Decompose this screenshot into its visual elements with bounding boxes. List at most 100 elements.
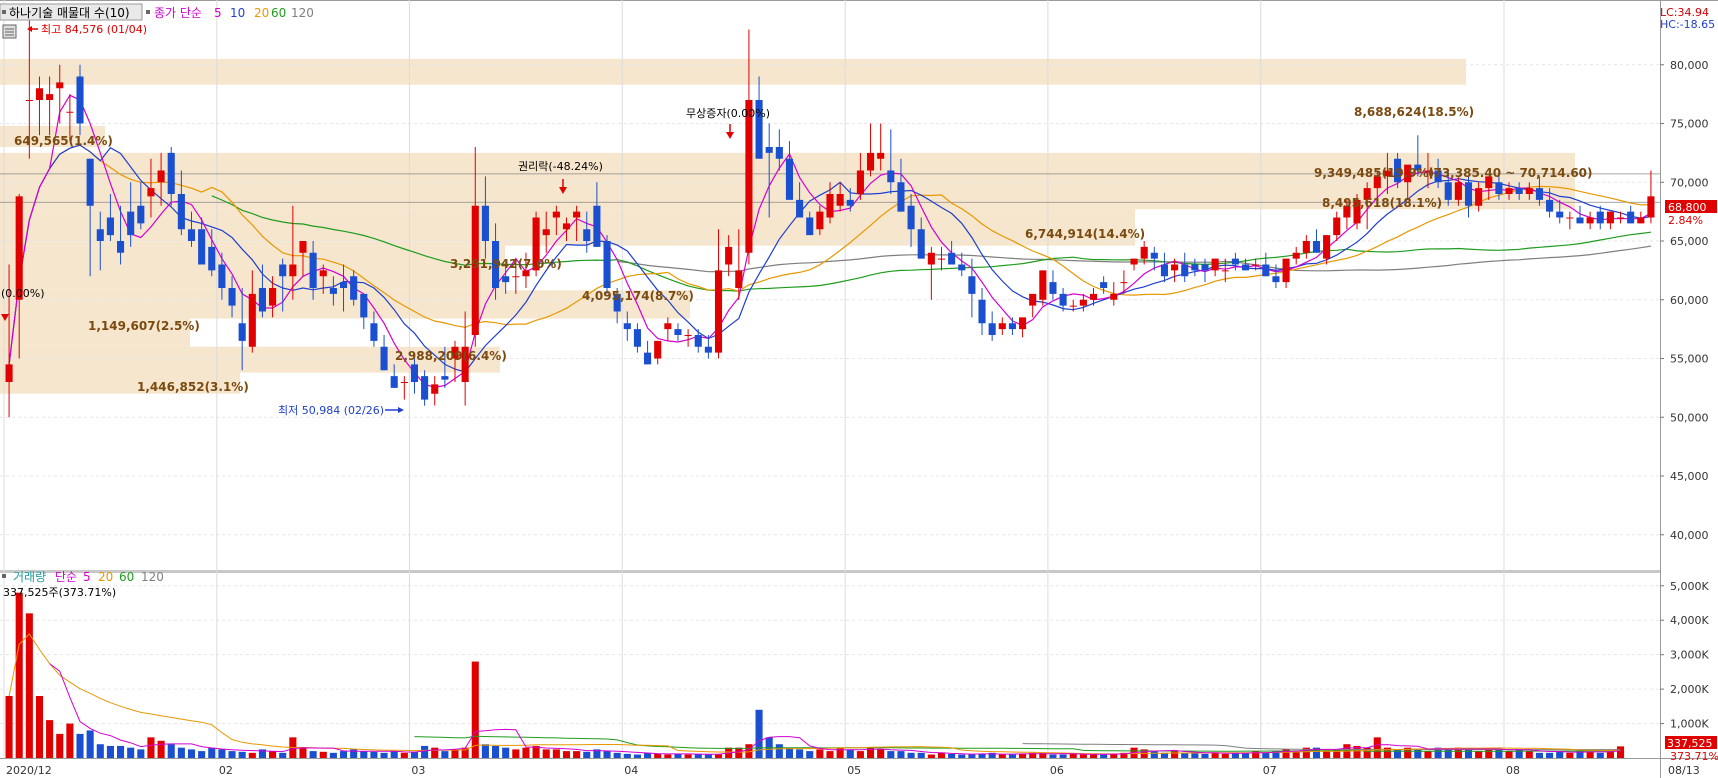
volume-bar[interactable] [1191,752,1199,758]
volume-bar[interactable] [1394,749,1402,758]
volume-bar[interactable] [177,747,185,758]
volume-bar[interactable] [228,751,236,758]
volume-bar[interactable] [56,733,64,758]
volume-bar[interactable] [319,751,327,758]
volume-bar[interactable] [208,747,216,758]
volume-bar[interactable] [968,754,976,758]
volume-bar[interactable] [329,752,337,758]
volume-bar[interactable] [5,696,13,758]
volume-bar[interactable] [1201,753,1209,758]
volume-bar[interactable] [127,747,135,758]
volume-bar[interactable] [1150,751,1158,758]
volume-bar[interactable] [856,751,864,758]
volume-bar[interactable] [1566,752,1574,758]
volume-bar[interactable] [1586,751,1594,758]
volume-bar[interactable] [1444,749,1452,758]
volume-bar[interactable] [66,723,74,758]
volume-bar[interactable] [96,744,104,758]
volume-bar[interactable] [248,752,256,758]
volume-bar[interactable] [481,744,489,758]
volume-bar[interactable] [785,747,794,758]
volume-bar[interactable] [958,754,966,758]
volume-bar[interactable] [907,752,915,758]
volume-bar[interactable] [269,751,277,758]
volume-bar[interactable] [400,752,408,758]
volume-bar[interactable] [1616,746,1625,758]
volume-bar[interactable] [664,754,672,758]
volume-bar[interactable] [552,749,560,758]
volume-bar[interactable] [846,749,854,758]
volume-bar[interactable] [1596,752,1604,758]
volume-bar[interactable] [948,753,956,758]
volume-bar[interactable] [1525,751,1533,758]
volume-bar[interactable] [86,730,94,758]
volume-bar[interactable] [633,754,641,758]
volume-bar[interactable] [431,747,439,758]
volume-bar[interactable] [796,749,804,758]
volume-bar[interactable] [309,751,317,758]
volume-bar[interactable] [816,749,824,758]
volume-bar[interactable] [1171,751,1179,758]
volume-bar[interactable] [25,613,33,758]
calculator-icon[interactable] [2,24,17,39]
volume-bar[interactable] [603,751,611,758]
volume-bar[interactable] [775,744,783,758]
volume-bar[interactable] [1373,737,1381,758]
volume-bar[interactable] [1049,754,1057,758]
volume-bar[interactable] [238,751,246,758]
volume-bar[interactable] [1475,751,1483,758]
volume-bar[interactable] [877,749,885,758]
volume-bar[interactable] [137,749,145,758]
volume-bar[interactable] [917,752,925,758]
volume-bar[interactable] [299,747,307,758]
volume-bar[interactable] [390,751,398,758]
volume-bar[interactable] [1181,752,1189,758]
volume-bar[interactable] [451,749,459,758]
volume-bar[interactable] [522,747,530,758]
volume-bar[interactable] [218,749,226,758]
volume-bar[interactable] [978,753,986,758]
volume-bar[interactable] [1019,753,1027,758]
volume-bar[interactable] [471,661,479,758]
volume-bar[interactable] [187,749,196,758]
volume-bar[interactable] [167,744,175,758]
volume-bar[interactable] [339,751,348,758]
volume-bar[interactable] [421,745,429,758]
volume-bar[interactable] [1505,751,1513,758]
volume-bar[interactable] [76,733,84,758]
volume-bar[interactable] [826,751,834,758]
volume-bar[interactable] [1424,751,1432,758]
volume-bar[interactable] [1464,749,1473,758]
volume-bar[interactable] [380,752,388,758]
volume-bar[interactable] [1059,754,1067,758]
volume-bar[interactable] [542,749,550,758]
volume-bar[interactable] [198,751,206,758]
candle[interactable] [603,235,611,294]
volume-bar[interactable] [1323,751,1331,758]
volume-bar[interactable] [35,696,44,758]
volume-bar[interactable] [1535,752,1543,758]
volume-bar[interactable] [654,753,662,758]
volume-bar[interactable] [613,752,621,758]
candlestick-chart-svg[interactable]: 80,000 75,000 70,000 65,000 60,000 55,000 50,0… [0,0,1718,778]
volume-bar[interactable] [1211,752,1219,758]
volume-bar[interactable] [1262,752,1270,758]
volume-bar[interactable] [502,747,510,758]
volume-bar[interactable] [1495,749,1503,758]
volume-bar[interactable] [1079,754,1087,758]
volume-bar[interactable] [441,751,449,758]
volume-bar[interactable] [887,751,895,758]
volume-bar[interactable] [897,751,905,758]
volume-bar[interactable] [684,754,692,758]
volume-bar[interactable] [106,745,114,758]
volume-bar[interactable] [147,737,155,758]
volume-bar[interactable] [583,751,591,758]
volume-bar[interactable] [1008,754,1016,758]
volume-bar[interactable] [704,754,712,758]
volume-bar[interactable] [998,754,1006,758]
volume-bar[interactable] [46,720,54,758]
volume-bar[interactable] [1100,754,1108,758]
volume-bar[interactable] [562,751,571,758]
volume-bar[interactable] [927,754,935,758]
volume-bar[interactable] [117,745,125,758]
